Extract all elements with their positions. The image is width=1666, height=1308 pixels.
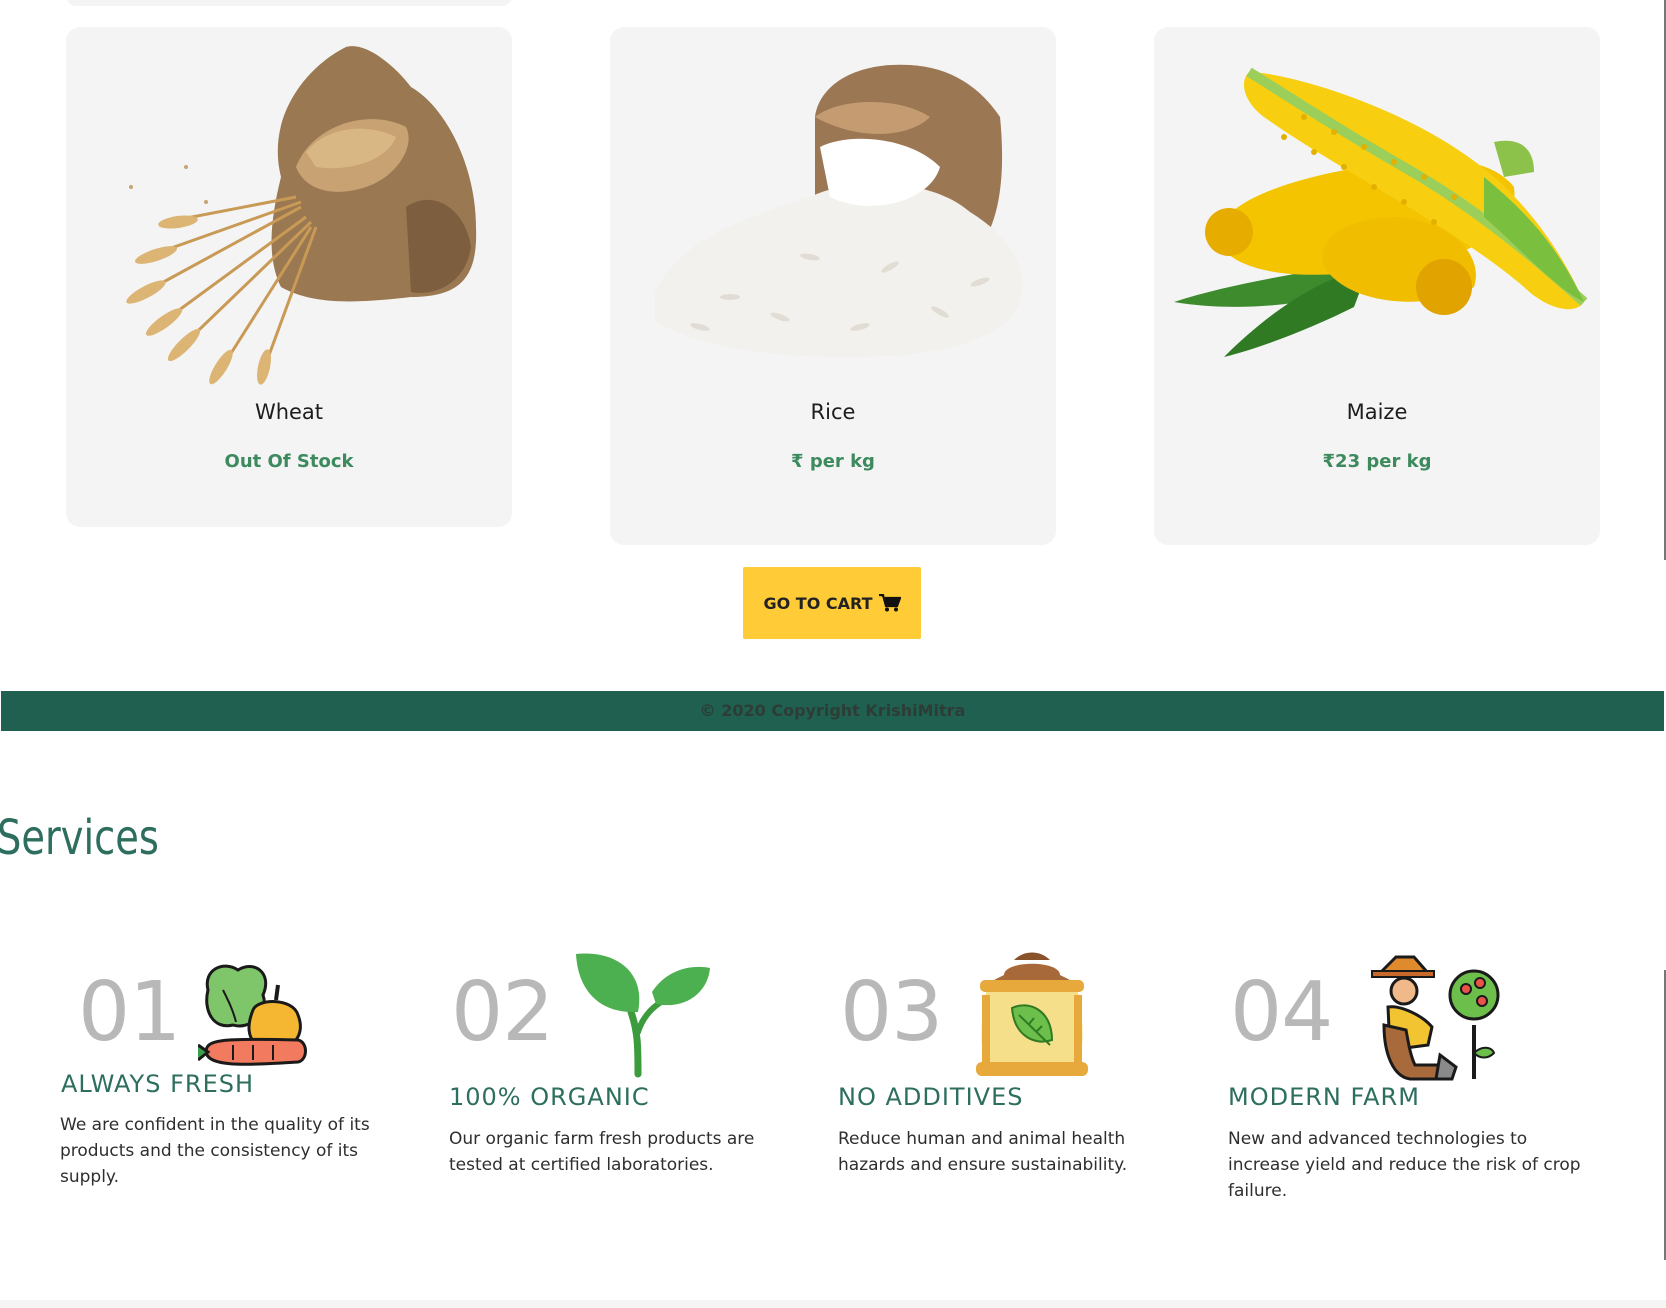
service-title: 100% ORGANIC (449, 1083, 650, 1111)
wheat-sack-image (126, 46, 477, 385)
product-price: ₹ per kg (791, 451, 875, 472)
corn-cob-image (1174, 67, 1588, 357)
service-description: Our organic farm fresh products are test… (449, 1129, 755, 1175)
product-card-rice[interactable]: Rice ₹ per kg (610, 27, 1056, 545)
cart-button-label: GO TO CART (763, 593, 873, 613)
service-title: NO ADDITIVES (838, 1083, 1024, 1111)
service-number: 04 (1230, 965, 1333, 1060)
product-card-wheat[interactable]: Wheat Out Of Stock (66, 27, 512, 527)
service-number: 03 (840, 965, 943, 1060)
grain-sack-icon (976, 952, 1088, 1076)
vegetables-icon (198, 964, 307, 1066)
service-description: We are confident in the quality of its p… (60, 1115, 370, 1187)
copyright-footer: © 2020 Copyright KrishiMitra (1, 691, 1664, 731)
service-title: MODERN FARM (1228, 1083, 1420, 1111)
service-description: New and advanced technologies to increas… (1228, 1129, 1581, 1201)
service-description: Reduce human and animal health hazards a… (838, 1129, 1128, 1175)
product-price: ₹23 per kg (1322, 451, 1432, 472)
sprout-icon (576, 953, 710, 1078)
service-number: 02 (451, 965, 554, 1060)
product-name: Maize (1346, 400, 1408, 424)
service-title: ALWAYS FRESH (61, 1070, 255, 1098)
cart-icon (878, 594, 901, 612)
product-card-maize[interactable]: Maize ₹23 per kg (1154, 27, 1600, 545)
services-heading: Services (0, 810, 159, 866)
farmer-icon (1371, 955, 1500, 1081)
previous-product-card-edge (66, 0, 512, 6)
copyright-text: © 2020 Copyright KrishiMitra (699, 701, 966, 720)
service-number: 01 (78, 965, 181, 1060)
rice-sack-image (655, 64, 1023, 358)
bottom-divider (0, 1300, 1666, 1308)
go-to-cart-button[interactable]: GO TO CART (743, 567, 921, 639)
product-price: Out Of Stock (224, 451, 354, 472)
product-name: Wheat (254, 400, 324, 424)
product-name: Rice (810, 400, 856, 424)
